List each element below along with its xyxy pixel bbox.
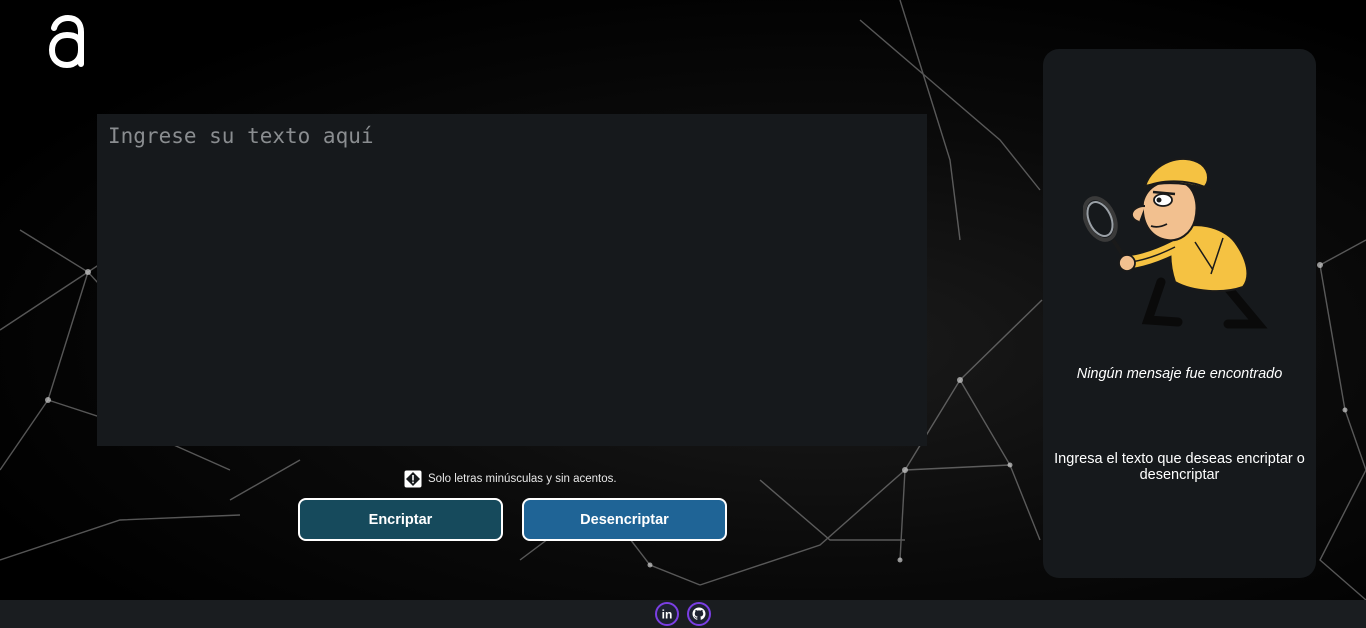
result-subtitle: Ingresa el texto que deseas encriptar o …	[1054, 451, 1305, 483]
github-icon[interactable]	[687, 602, 711, 626]
alura-logo-icon	[48, 14, 84, 69]
linkedin-icon[interactable]: in	[655, 602, 679, 626]
page-background: Solo letras minúsculas y sin acentos. En…	[0, 0, 1366, 628]
input-hint: Solo letras minúsculas y sin acentos.	[404, 470, 617, 488]
hint-text: Solo letras minúsculas y sin acentos.	[428, 473, 617, 485]
encrypt-button[interactable]: Encriptar	[298, 498, 503, 541]
footer: in	[0, 600, 1366, 628]
result-panel: Ningún mensaje fue encontrado Ingresa el…	[1043, 49, 1316, 578]
warning-icon	[404, 470, 422, 488]
result-title: Ningún mensaje fue encontrado	[1076, 366, 1283, 382]
message-input[interactable]	[97, 114, 927, 446]
svg-text:in: in	[662, 608, 673, 622]
detective-icon	[1083, 158, 1268, 329]
decrypt-button[interactable]: Desencriptar	[522, 498, 727, 541]
